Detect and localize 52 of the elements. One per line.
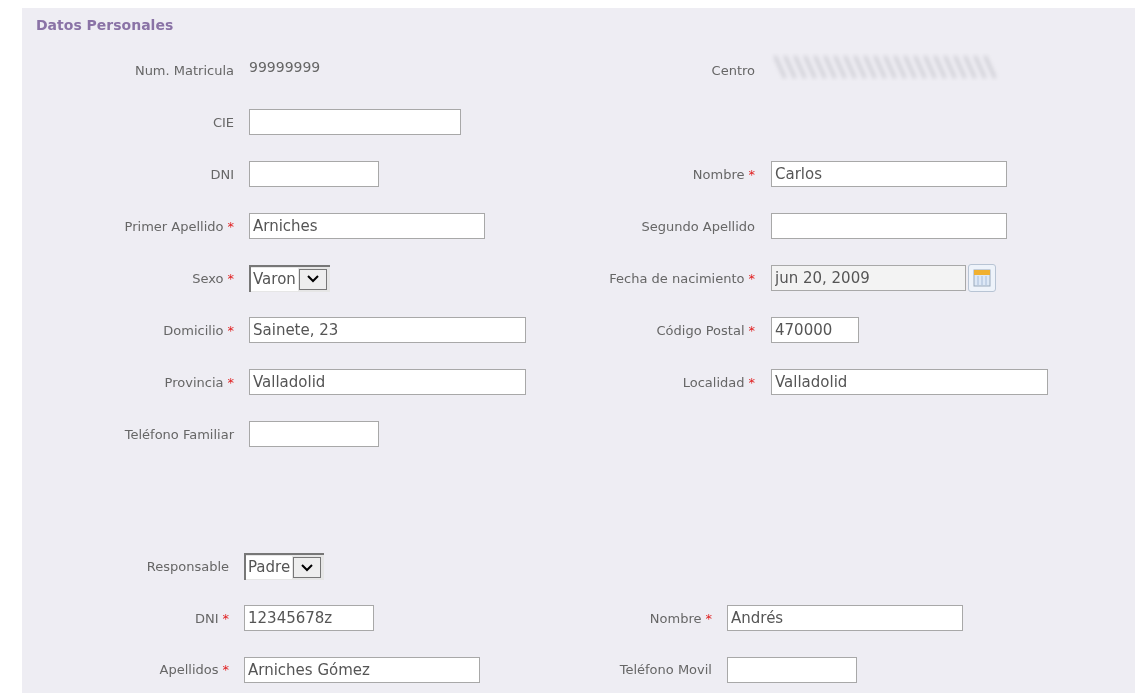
field-label: Domicilio — [163, 322, 224, 338]
required-mark: * — [222, 610, 229, 626]
field-label: Nombre — [649, 610, 702, 626]
input-field[interactable] — [249, 109, 461, 135]
required-mark: * — [748, 166, 755, 182]
required-mark: * — [222, 662, 229, 678]
field-label: Centro — [711, 62, 755, 78]
field-label: Segundo Apellido — [641, 218, 755, 234]
field-label: Código Postal — [656, 322, 745, 338]
input-field[interactable] — [249, 161, 379, 187]
input-field[interactable]: Carlos — [771, 161, 1007, 187]
required-mark: * — [748, 374, 755, 390]
field-label: Primer Apellido — [124, 218, 224, 234]
dropdown-field[interactable]: Varon — [249, 264, 330, 292]
field-label: Responsable — [146, 559, 229, 575]
required-mark: * — [227, 374, 234, 390]
date-field[interactable]: jun 20, 2009 — [771, 265, 966, 291]
field-label: Localidad — [682, 374, 745, 390]
field-value: 99999999 — [249, 59, 321, 75]
section-title: Datos Personales — [35, 16, 175, 35]
input-field[interactable]: 12345678z — [244, 605, 374, 632]
input-field[interactable] — [771, 213, 1007, 239]
input-field[interactable]: Arniches — [249, 213, 485, 239]
input-field[interactable] — [727, 656, 857, 683]
chevron-down-icon — [301, 563, 314, 572]
calendar-icon[interactable] — [968, 264, 996, 292]
field-label: Provincia — [164, 374, 224, 390]
input-field[interactable]: Andrés — [727, 605, 963, 632]
required-mark: * — [748, 270, 755, 286]
field-label: Nombre — [692, 166, 745, 182]
input-field[interactable] — [249, 421, 379, 447]
field-label: Teléfono Familiar — [124, 426, 234, 442]
input-field[interactable]: 470000 — [771, 317, 859, 343]
field-label: Fecha de nacimiento — [609, 270, 745, 286]
field-label: DNI — [194, 610, 219, 626]
required-mark: * — [227, 270, 234, 286]
field-label: DNI — [210, 166, 234, 182]
field-label: CIE — [212, 114, 234, 130]
required-mark: * — [748, 322, 755, 338]
required-mark: * — [227, 218, 234, 234]
input-field[interactable]: Arniches Gómez — [244, 656, 480, 683]
chevron-down-icon — [306, 275, 319, 283]
input-field[interactable]: Valladolid — [771, 369, 1048, 395]
field-label: Apellidos — [159, 662, 219, 678]
field-label: Teléfono Movil — [619, 662, 712, 678]
dropdown-field[interactable]: Padre — [244, 553, 325, 581]
input-field[interactable]: Sainete, 23 — [249, 317, 526, 343]
field-label: Num. Matricula — [134, 62, 234, 78]
required-mark: * — [705, 610, 712, 626]
required-mark: * — [227, 322, 234, 338]
input-field[interactable]: Valladolid — [249, 369, 526, 395]
field-label: Sexo — [192, 270, 224, 286]
